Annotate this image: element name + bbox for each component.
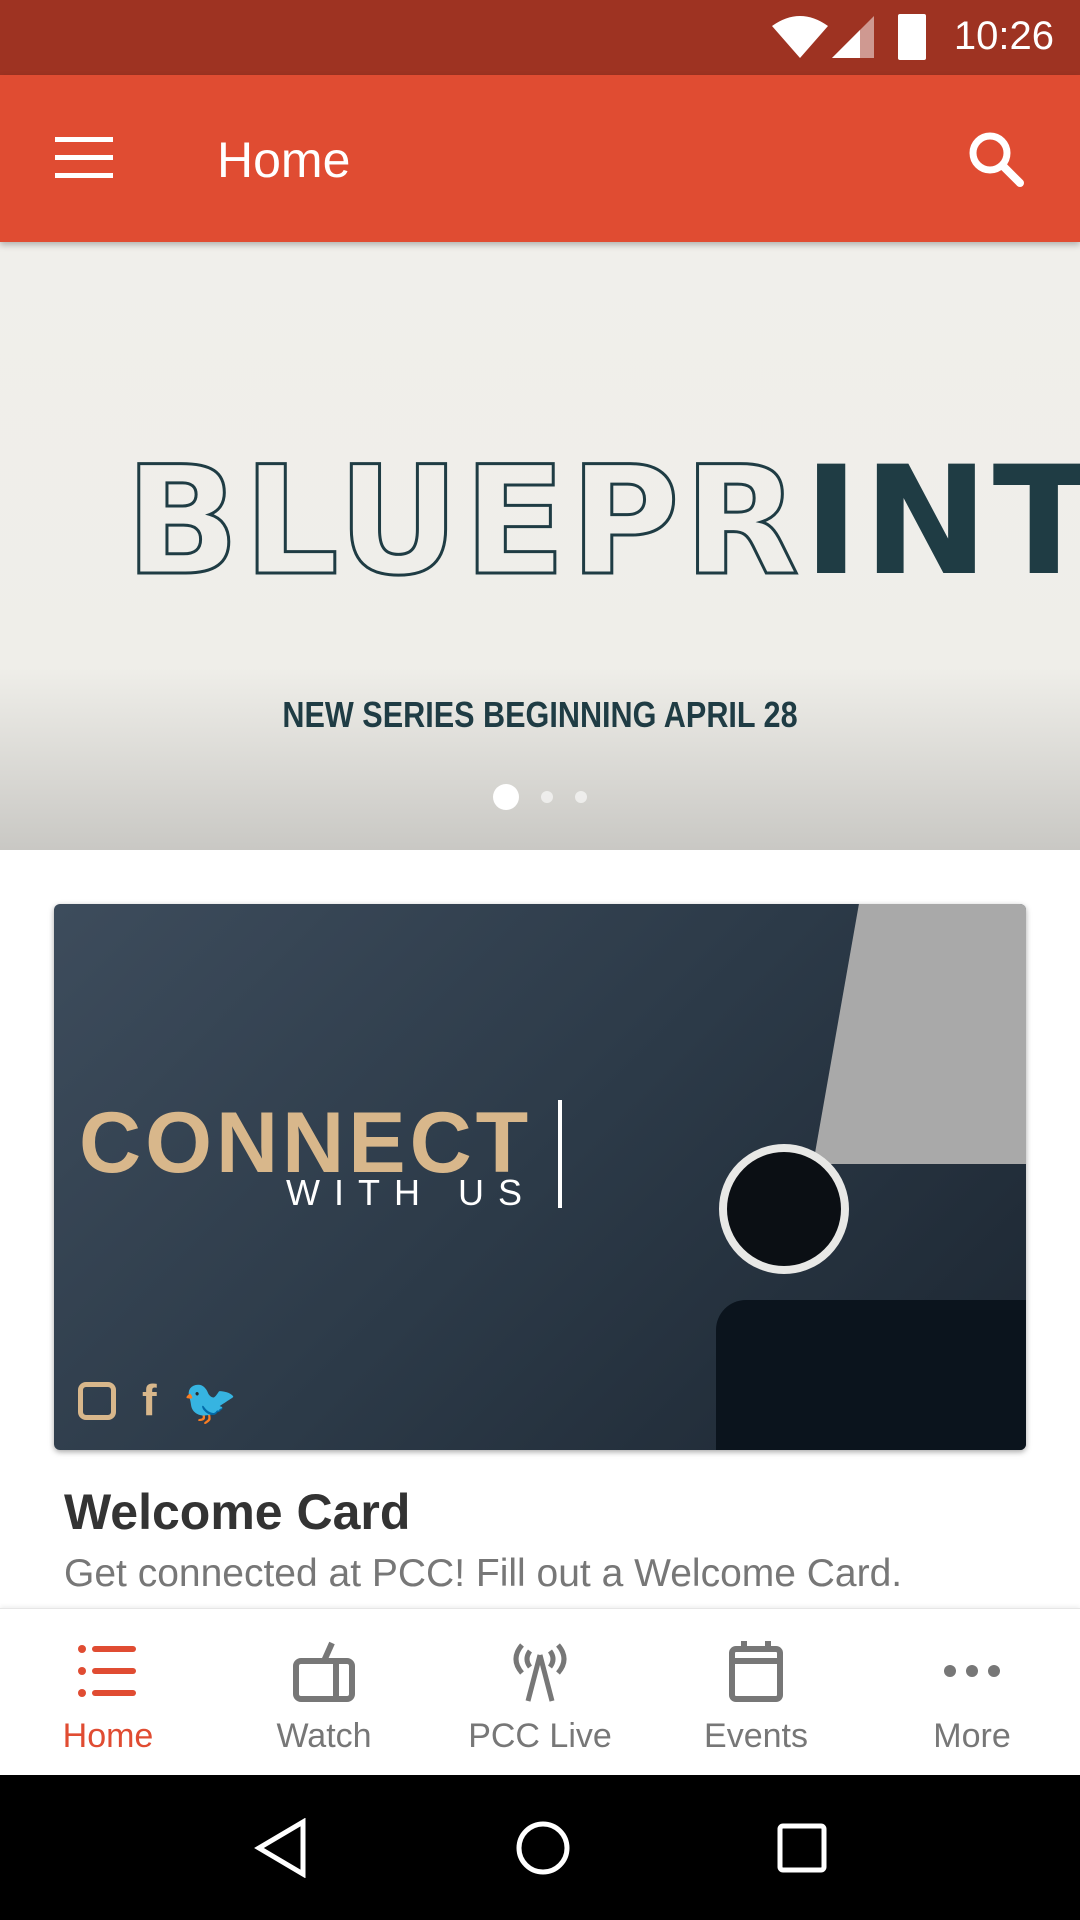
- tab-home[interactable]: Home: [0, 1609, 216, 1775]
- status-bar: 10:26: [0, 0, 1080, 75]
- tab-label: PCC Live: [468, 1717, 612, 1755]
- app-bar: Home: [0, 75, 1080, 242]
- page-title: Home: [217, 132, 351, 188]
- tab-label: Events: [704, 1717, 808, 1755]
- system-navigation-bar: [0, 1775, 1080, 1920]
- tab-watch[interactable]: Watch: [216, 1609, 432, 1775]
- carousel-indicator[interactable]: [0, 784, 1080, 810]
- bottom-navigation: Home Watch PCC Live Events More: [0, 1608, 1080, 1775]
- tab-label: More: [933, 1717, 1011, 1755]
- list-icon: [78, 1645, 136, 1697]
- hero-carousel[interactable]: BLUEPRINT NEW SERIES BEGINNING APRIL 28: [0, 242, 1080, 850]
- card-title[interactable]: Welcome Card: [64, 1483, 410, 1541]
- carousel-dot[interactable]: [493, 784, 519, 810]
- wifi-icon: [772, 16, 828, 58]
- tab-events[interactable]: Events: [648, 1609, 864, 1775]
- coffee-cup-image: [719, 1144, 849, 1274]
- carousel-dot[interactable]: [575, 791, 587, 803]
- social-icons: f 🐦: [78, 1376, 237, 1428]
- tv-icon: [293, 1641, 355, 1702]
- battery-icon: [898, 14, 926, 60]
- tab-label: Home: [62, 1717, 154, 1755]
- tab-pcc-live[interactable]: PCC Live: [432, 1609, 648, 1775]
- clock: 10:26: [953, 14, 1054, 58]
- broadcast-icon: [513, 1643, 567, 1702]
- tablet-image: [716, 1300, 1026, 1450]
- laptop-image: [813, 904, 1026, 1164]
- tab-label: Watch: [276, 1717, 372, 1755]
- home-circle-icon[interactable]: [515, 1820, 571, 1876]
- carousel-dot[interactable]: [541, 791, 553, 803]
- recents-icon[interactable]: [777, 1823, 827, 1873]
- banner-subtitle: NEW SERIES BEGINNING APRIL 28: [282, 694, 798, 735]
- more-icon: [944, 1665, 1000, 1677]
- welcome-card-image[interactable]: CONNECT WITH US f 🐦: [54, 904, 1026, 1450]
- twitter-icon: 🐦: [182, 1378, 238, 1427]
- divider: [558, 1100, 562, 1208]
- hamburger-icon[interactable]: [55, 137, 113, 179]
- card-image-subheading: WITH US: [286, 1172, 536, 1213]
- instagram-icon: [78, 1382, 116, 1420]
- facebook-icon: f: [142, 1376, 157, 1425]
- blueprint-logo: BLUEPRINT: [123, 435, 1080, 609]
- search-icon[interactable]: [968, 131, 1024, 187]
- card-description: Get connected at PCC! Fill out a Welcome…: [64, 1552, 903, 1595]
- back-icon[interactable]: [253, 1817, 309, 1878]
- signal-icon: [832, 16, 874, 58]
- tab-more[interactable]: More: [864, 1609, 1080, 1775]
- calendar-icon: [729, 1641, 783, 1702]
